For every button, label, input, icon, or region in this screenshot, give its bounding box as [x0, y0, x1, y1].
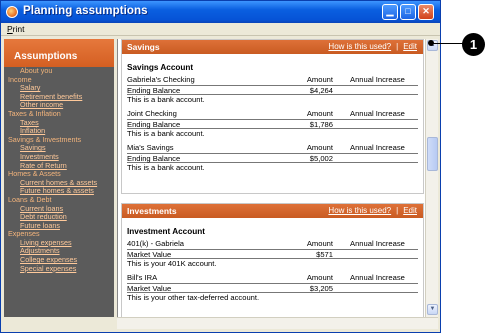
account-header-row: 401(k) - Gabriela Amount Annual Increase: [127, 239, 418, 249]
savings-edit-link[interactable]: Edit: [403, 42, 417, 51]
amount-header: Amount: [306, 143, 333, 152]
description-text: This is a bank account.: [127, 163, 205, 172]
menu-print[interactable]: Print: [7, 24, 24, 34]
account-block: Joint Checking Amount Annual Increase Endin…: [122, 109, 423, 139]
account-value-row: Market Value $3,205: [127, 283, 418, 293]
menu-bar: Print: [1, 23, 440, 36]
savings-account-list: Gabriela's Checking Amount Annual Increase…: [122, 75, 423, 173]
vertical-scrollbar[interactable]: ▲ ▼: [425, 39, 438, 317]
investments-group-title: Investment Account: [127, 227, 205, 236]
annual-increase-header: Annual Increase: [350, 109, 405, 118]
account-name: Joint Checking: [127, 109, 177, 118]
annual-increase-header: Annual Increase: [350, 143, 405, 152]
amount-header: Amount: [306, 239, 333, 248]
account-value-row: Ending Balance $1,786: [127, 119, 418, 129]
account-header-row: Gabriela's Checking Amount Annual Increase: [127, 75, 418, 85]
account-name: Mia's Savings: [127, 143, 174, 152]
sidebar-list: About you Income Salary Retirement benefits…: [4, 66, 114, 274]
account-block: 401(k) - Gabriela Amount Annual Increase Ma…: [122, 239, 423, 269]
scroll-thumb[interactable]: [427, 137, 438, 171]
sidebar-header: Assumptions: [4, 39, 114, 67]
savings-section: Savings How is this used? | Edit Savings A…: [121, 39, 424, 194]
callout-badge: 1: [462, 33, 485, 56]
window-title: Planning assumptions: [23, 5, 148, 17]
amount-header: Amount: [306, 273, 333, 282]
content-pane: Savings How is this used? | Edit Savings A…: [117, 39, 425, 317]
account-header-row: Mia's Savings Amount Annual Increase: [127, 143, 418, 153]
savings-section-title: Savings: [127, 42, 160, 52]
investments-account-list: 401(k) - Gabriela Amount Annual Increase Ma…: [122, 239, 423, 303]
savings-link-separator: |: [396, 42, 399, 51]
account-header-row: Bill's IRA Amount Annual Increase: [127, 273, 418, 283]
account-name: Gabriela's Checking: [127, 75, 195, 84]
account-description: This is your 401K account.: [127, 259, 418, 269]
sidebar: Assumptions About you Income Salary Retirem…: [4, 39, 114, 317]
account-description: This is a bank account.: [127, 95, 418, 105]
account-name: Bill's IRA: [127, 273, 158, 282]
savings-section-header: Savings How is this used? | Edit: [122, 40, 423, 54]
horizontal-scrollbar[interactable]: [117, 317, 438, 329]
app-icon: [6, 6, 18, 18]
sidebar-item[interactable]: Special expenses: [4, 264, 114, 274]
savings-how-used-link[interactable]: How is this used?: [328, 42, 391, 51]
minimize-button[interactable]: ▁: [382, 4, 398, 20]
app-window: Planning assumptions ▁ □ ✕ Print Assumpt…: [0, 0, 441, 333]
description-text: This is your 401K account.: [127, 259, 217, 268]
investments-link-separator: |: [396, 206, 399, 215]
close-button[interactable]: ✕: [418, 4, 434, 20]
account-description: This is a bank account.: [127, 129, 418, 139]
investments-how-used-link[interactable]: How is this used?: [328, 206, 391, 215]
investments-section-title: Investments: [127, 206, 177, 216]
account-description: This is your other tax-deferred account.: [127, 293, 418, 303]
amount-header: Amount: [306, 75, 333, 84]
callout-pointer-line: [431, 43, 463, 44]
investments-edit-link[interactable]: Edit: [403, 206, 417, 215]
account-value-row: Market Value $571: [127, 249, 418, 259]
scroll-down-icon[interactable]: ▼: [427, 304, 438, 315]
title-bar[interactable]: Planning assumptions ▁ □ ✕: [1, 1, 440, 23]
investments-section: Investments How is this used? | Edit Inves…: [121, 203, 424, 317]
investments-section-header: Investments How is this used? | Edit: [122, 204, 423, 218]
account-block: Mia's Savings Amount Annual Increase Ending…: [122, 143, 423, 173]
account-value-row: Ending Balance $4,264: [127, 85, 418, 95]
account-block: Gabriela's Checking Amount Annual Increase…: [122, 75, 423, 105]
account-value-row: Ending Balance $5,002: [127, 153, 418, 163]
description-text: This is your other tax-deferred account.: [127, 293, 260, 302]
savings-group-title: Savings Account: [127, 63, 194, 72]
account-description: This is a bank account.: [127, 163, 418, 173]
annual-increase-header: Annual Increase: [350, 75, 405, 84]
maximize-button[interactable]: □: [400, 4, 416, 20]
annual-increase-header: Annual Increase: [350, 273, 405, 282]
description-text: This is a bank account.: [127, 129, 205, 138]
account-name: 401(k) - Gabriela: [127, 239, 184, 248]
account-block: Bill's IRA Amount Annual Increase Market Va…: [122, 273, 423, 303]
annual-increase-header: Annual Increase: [350, 239, 405, 248]
description-text: This is a bank account.: [127, 95, 205, 104]
account-header-row: Joint Checking Amount Annual Increase: [127, 109, 418, 119]
amount-header: Amount: [306, 109, 333, 118]
